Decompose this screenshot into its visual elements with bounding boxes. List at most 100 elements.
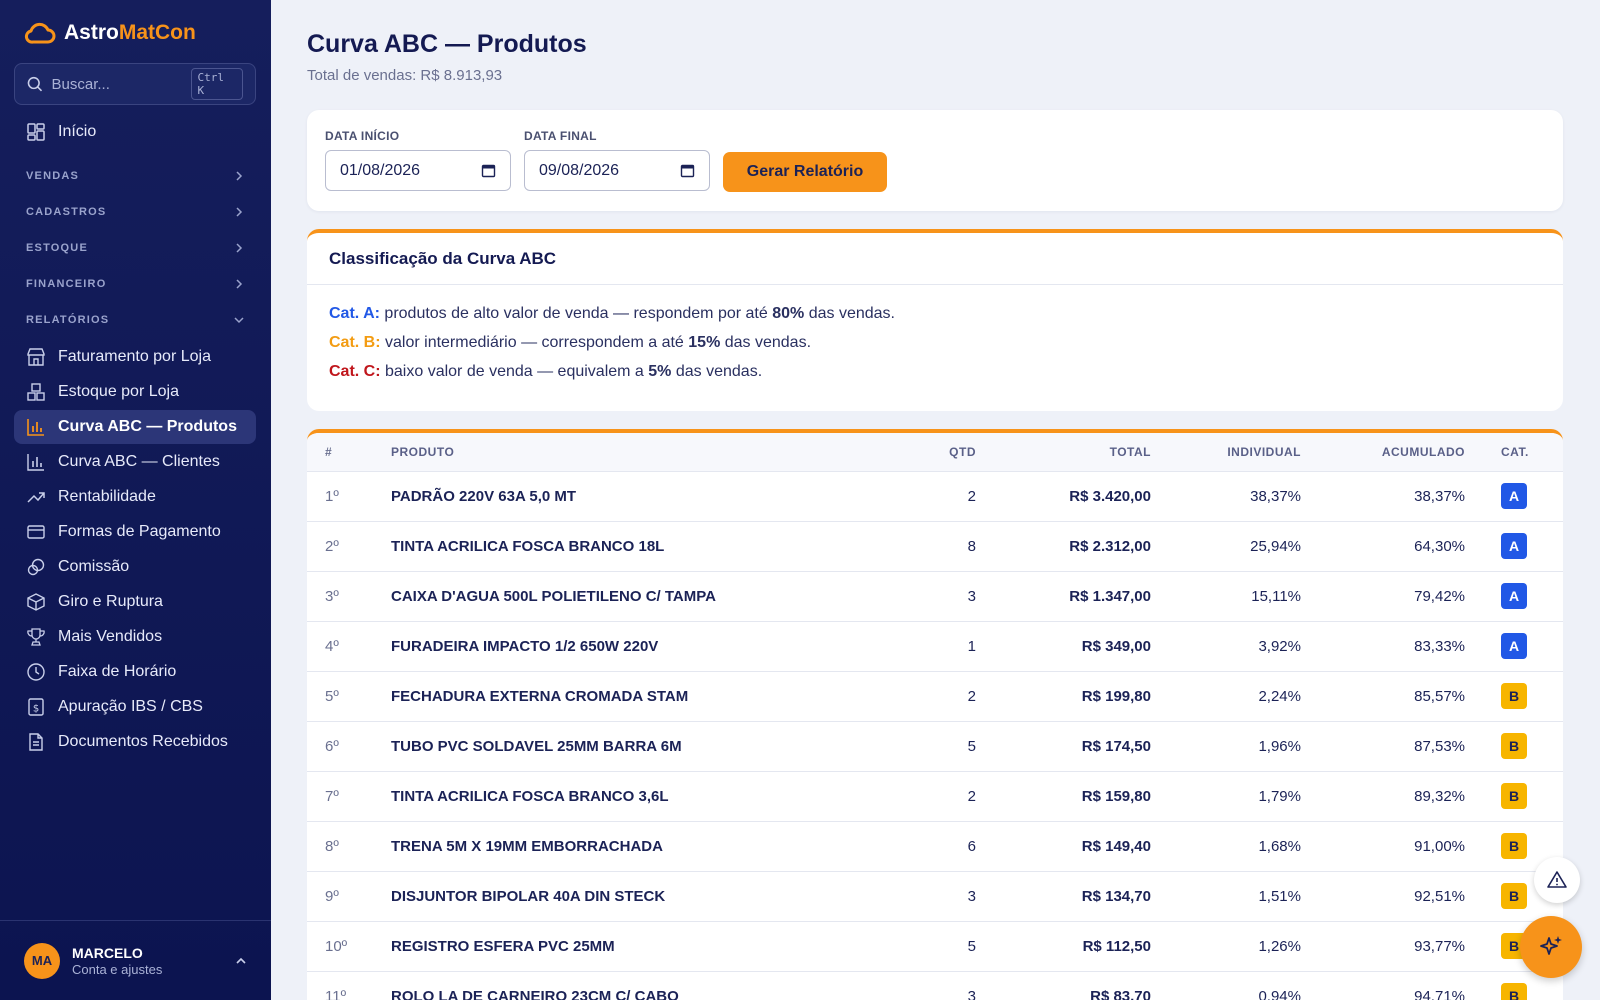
cell-rank: 4º	[307, 621, 391, 672]
cell-product: FURADEIRA IMPACTO 1/2 650W 220V	[391, 621, 891, 672]
nav-item-mais-vendidos[interactable]: Mais Vendidos	[14, 620, 256, 654]
nav-section-relatorios[interactable]: RELATÓRIOS	[26, 314, 244, 326]
cell-total: R$ 83,70	[976, 971, 1151, 1000]
cell-total: R$ 149,40	[976, 821, 1151, 872]
nav-section-financeiro[interactable]: FINANCEIRO	[26, 278, 244, 290]
start-date-input[interactable]: 01/08/2026	[325, 150, 511, 191]
calendar-icon[interactable]	[481, 163, 496, 178]
col-header-accumulated[interactable]: ACUMULADO	[1301, 433, 1465, 472]
chevron-right-icon	[236, 243, 243, 253]
nav-item-formas-de-pagamento[interactable]: Formas de Pagamento	[14, 515, 256, 549]
cell-rank: 9º	[307, 871, 391, 922]
cat-a-text: produtos de alto valor de venda — respon…	[379, 305, 773, 322]
table-row[interactable]: 5º FECHADURA EXTERNA CROMADA STAM 2 R$ 199,…	[307, 671, 1563, 722]
cell-accumulated: 89,32%	[1301, 771, 1465, 822]
col-header-product[interactable]: PRODUTO	[391, 433, 891, 472]
cell-category: B	[1465, 671, 1563, 722]
legend-body: Cat. A: produtos de alto valor de venda …	[307, 285, 1563, 392]
abc-table-card: # PRODUTO QTD TOTAL INDIVIDUAL ACUMULADO…	[307, 429, 1563, 1000]
table-row[interactable]: 4º FURADEIRA IMPACTO 1/2 650W 220V 1 R$ 349…	[307, 621, 1563, 672]
nav-item-documentos-recebidos[interactable]: Documentos Recebidos	[14, 725, 256, 759]
search-input[interactable]	[51, 75, 182, 93]
cell-product: DISJUNTOR BIPOLAR 40A DIN STECK	[391, 871, 891, 922]
table-row[interactable]: 10º REGISTRO ESFERA PVC 25MM 5 R$ 112,50 1,2…	[307, 921, 1563, 972]
sidebar: AstroMatCon Ctrl K Início VENDAS CADASTR…	[0, 0, 271, 1000]
nav-section-estoque[interactable]: ESTOQUE	[26, 242, 244, 254]
nav-item-estoque-por-loja[interactable]: Estoque por Loja	[14, 375, 256, 409]
user-menu[interactable]: MA MARCELO Conta e ajustes	[0, 920, 271, 1000]
cell-individual: 15,11%	[1151, 571, 1301, 622]
cell-individual: 38,37%	[1151, 471, 1301, 522]
nav-item-rentabilidade[interactable]: Rentabilidade	[14, 480, 256, 514]
cell-total: R$ 199,80	[976, 671, 1151, 722]
ai-assistant-button[interactable]	[1520, 916, 1582, 978]
table-row[interactable]: 9º DISJUNTOR BIPOLAR 40A DIN STECK 3 R$ 134…	[307, 871, 1563, 922]
nav-item-giro-e-ruptura[interactable]: Giro e Ruptura	[14, 585, 256, 619]
nav-section-cadastros[interactable]: CADASTROS	[26, 206, 244, 218]
filter-card: DATA INÍCIO 01/08/2026 DATA FINAL 09/08/…	[307, 110, 1563, 211]
bar-chart-icon	[27, 419, 44, 436]
calendar-icon[interactable]	[680, 163, 695, 178]
cell-rank: 11º	[307, 971, 391, 1000]
nav-item-label: Curva ABC — Produtos	[58, 418, 237, 435]
end-date-label: DATA FINAL	[524, 129, 597, 143]
end-date-field: DATA FINAL 09/08/2026	[524, 129, 710, 191]
category-badge: B	[1501, 783, 1527, 809]
generate-report-button[interactable]: Gerar Relatório	[723, 152, 887, 192]
cell-qtd: 3	[891, 871, 976, 922]
cell-accumulated: 64,30%	[1301, 521, 1465, 572]
table-row[interactable]: 1º PADRÃO 220V 63A 5,0 MT 2 R$ 3.420,00 38,3…	[307, 471, 1563, 522]
nav-section-vendas[interactable]: VENDAS	[26, 170, 244, 182]
cell-qtd: 3	[891, 571, 976, 622]
nav-item-label: Rentabilidade	[58, 488, 156, 505]
app-logo[interactable]: AstroMatCon	[24, 20, 196, 46]
search-box[interactable]: Ctrl K	[14, 63, 256, 105]
cell-total: R$ 134,70	[976, 871, 1151, 922]
col-header-qtd[interactable]: QTD	[891, 433, 976, 472]
nav-item-label: Estoque por Loja	[58, 383, 179, 400]
col-header-total[interactable]: TOTAL	[976, 433, 1151, 472]
nav-item-curva-abc-produtos[interactable]: Curva ABC — Produtos	[14, 410, 256, 444]
cell-category: A	[1465, 471, 1563, 522]
package-icon	[27, 593, 45, 611]
store-icon	[27, 348, 45, 366]
cell-accumulated: 92,51%	[1301, 871, 1465, 922]
cell-qtd: 2	[891, 471, 976, 522]
cell-qtd: 1	[891, 621, 976, 672]
nav-item-faturamento-por-loja[interactable]: Faturamento por Loja	[14, 340, 256, 374]
nav-item-faixa-de-horario[interactable]: Faixa de Horário	[14, 655, 256, 689]
alert-button[interactable]	[1534, 857, 1580, 903]
cell-total: R$ 3.420,00	[976, 471, 1151, 522]
end-date-input[interactable]: 09/08/2026	[524, 150, 710, 191]
table-row[interactable]: 2º TINTA ACRILICA FOSCA BRANCO 18L 8 R$ 2.3…	[307, 521, 1563, 572]
abc-products-table: # PRODUTO QTD TOTAL INDIVIDUAL ACUMULADO…	[307, 433, 1563, 1000]
nav-item-label: Início	[58, 123, 97, 140]
cell-product: TINTA ACRILICA FOSCA BRANCO 18L	[391, 521, 891, 572]
nav-item-home[interactable]: Início	[14, 115, 256, 149]
cloud-logo-icon	[24, 22, 56, 44]
cat-b-tail: das vendas.	[720, 334, 812, 351]
table-row[interactable]: 3º CAIXA D'AGUA 500L POLIETILENO C/ TAMPA…	[307, 571, 1563, 622]
category-badge: B	[1501, 883, 1527, 909]
table-row[interactable]: 8º TRENA 5M X 19MM EMBORRACHADA 6 R$ 149,40…	[307, 821, 1563, 872]
nav-item-apuracao-ibs-cbs[interactable]: $ Apuração IBS / CBS	[14, 690, 256, 724]
cell-qtd: 3	[891, 971, 976, 1000]
app-name: AstroMatCon	[64, 21, 196, 44]
nav-item-curva-abc-clientes[interactable]: Curva ABC — Clientes	[14, 445, 256, 479]
nav-item-comissao[interactable]: Comissão	[14, 550, 256, 584]
cell-accumulated: 79,42%	[1301, 571, 1465, 622]
start-date-label: DATA INÍCIO	[325, 129, 400, 143]
cell-product: TUBO PVC SOLDAVEL 25MM BARRA 6M	[391, 721, 891, 772]
cat-c-label: Cat. C:	[329, 363, 381, 380]
table-row[interactable]: 7º TINTA ACRILICA FOSCA BRANCO 3,6L 2 R$ 15…	[307, 771, 1563, 822]
col-header-individual[interactable]: INDIVIDUAL	[1151, 433, 1301, 472]
col-header-category[interactable]: CAT.	[1465, 433, 1563, 472]
table-row[interactable]: 6º TUBO PVC SOLDAVEL 25MM BARRA 6M 5 R$ 174…	[307, 721, 1563, 772]
cell-qtd: 6	[891, 821, 976, 872]
cell-rank: 6º	[307, 721, 391, 772]
cell-total: R$ 349,00	[976, 621, 1151, 672]
col-header-rank[interactable]: #	[307, 433, 391, 472]
table-row[interactable]: 11º ROLO LA DE CARNEIRO 23CM C/ CABO 3 R$ 8…	[307, 971, 1563, 1000]
chevron-right-icon	[236, 207, 243, 217]
cell-qtd: 5	[891, 721, 976, 772]
